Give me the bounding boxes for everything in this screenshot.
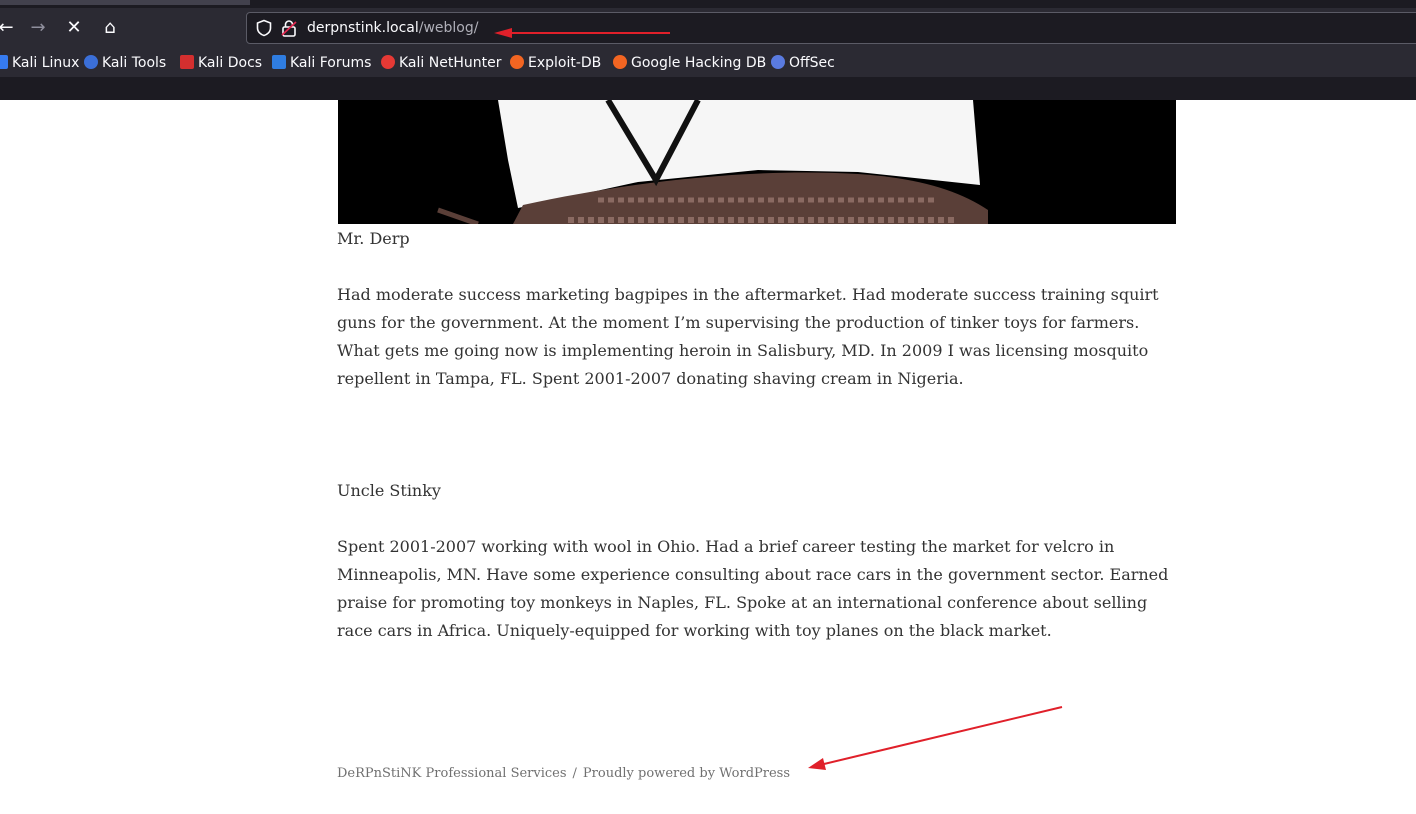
bookmark-kali-linux[interactable]: Kali Linux [0, 52, 79, 74]
bookmark-label: Kali Forums [290, 55, 372, 71]
footer-separator: / [572, 766, 577, 781]
bookmark-label: Kali Docs [198, 55, 263, 71]
kali-linux-icon [0, 55, 8, 69]
bookmark-label: Kali Tools [102, 55, 167, 71]
page-content: Mr. Derp Had moderate success marketing … [0, 100, 1416, 814]
header-image [338, 100, 1176, 224]
tab-strip [0, 0, 1416, 8]
bookmark-kali-forums[interactable]: Kali Forums [272, 52, 371, 74]
offsec-icon [771, 55, 785, 69]
kali-forums-icon [272, 55, 286, 69]
bio-uncle-stinky: Spent 2001-2007 working with wool in Ohi… [337, 537, 1169, 640]
derp-header-artwork [338, 100, 1176, 224]
bookmark-label: Kali NetHunter [399, 55, 502, 71]
url-path: /weblog/ [418, 20, 479, 36]
kali-docs-icon [180, 55, 194, 69]
bio-mr-derp: Had moderate success marketing bagpipes … [337, 285, 1159, 388]
footer-site-link[interactable]: DeRPnStiNK Professional Services [337, 766, 567, 781]
url-domain: derpnstink.local [307, 20, 419, 36]
bookmark-exploit-db[interactable]: Exploit-DB [510, 52, 601, 74]
address-bar[interactable]: derpnstink.local/weblog/ [246, 12, 1416, 44]
exploit-db-icon [510, 55, 524, 69]
bookmark-offsec[interactable]: OffSec [771, 52, 835, 74]
home-icon[interactable]: ⌂ [96, 16, 124, 40]
tracking-protection-shield-icon[interactable] [255, 19, 273, 37]
back-arrow-icon[interactable]: ← [0, 16, 20, 40]
kali-tools-icon [84, 55, 98, 69]
author-caption-mr-derp: Mr. Derp [337, 229, 410, 248]
bookmark-kali-docs[interactable]: Kali Docs [180, 52, 262, 74]
footer-wordpress-link[interactable]: Proudly powered by WordPress [583, 766, 790, 781]
insecure-lock-icon[interactable] [281, 19, 297, 37]
bookmark-kali-nethunter[interactable]: Kali NetHunter [381, 52, 501, 74]
site-footer: DeRPnStiNK Professional Services / Proudly… [337, 766, 790, 781]
bookmark-label: Exploit-DB [528, 55, 602, 71]
bookmark-kali-tools[interactable]: Kali Tools [84, 52, 166, 74]
nav-toolbar: ← → ✕ ⌂ derpnstink.local/weblog/ [0, 8, 1416, 48]
bookmark-label: OffSec [789, 55, 835, 71]
stop-loading-icon[interactable]: ✕ [60, 16, 88, 40]
active-tab-edge[interactable] [0, 0, 250, 5]
bookmark-label: Google Hacking DB [631, 55, 767, 71]
bookmark-google-hacking-db[interactable]: Google Hacking DB [613, 52, 766, 74]
bookmarks-toolbar: Kali Linux Kali Tools Kali Docs Kali For… [0, 48, 1416, 78]
url-text[interactable]: derpnstink.local/weblog/ [307, 13, 478, 43]
content-top-band [0, 78, 1416, 100]
ghdb-icon [613, 55, 627, 69]
bookmark-label: Kali Linux [12, 55, 80, 71]
kali-nethunter-icon [381, 55, 395, 69]
author-caption-uncle-stinky: Uncle Stinky [337, 481, 441, 500]
forward-arrow-icon[interactable]: → [24, 16, 52, 40]
